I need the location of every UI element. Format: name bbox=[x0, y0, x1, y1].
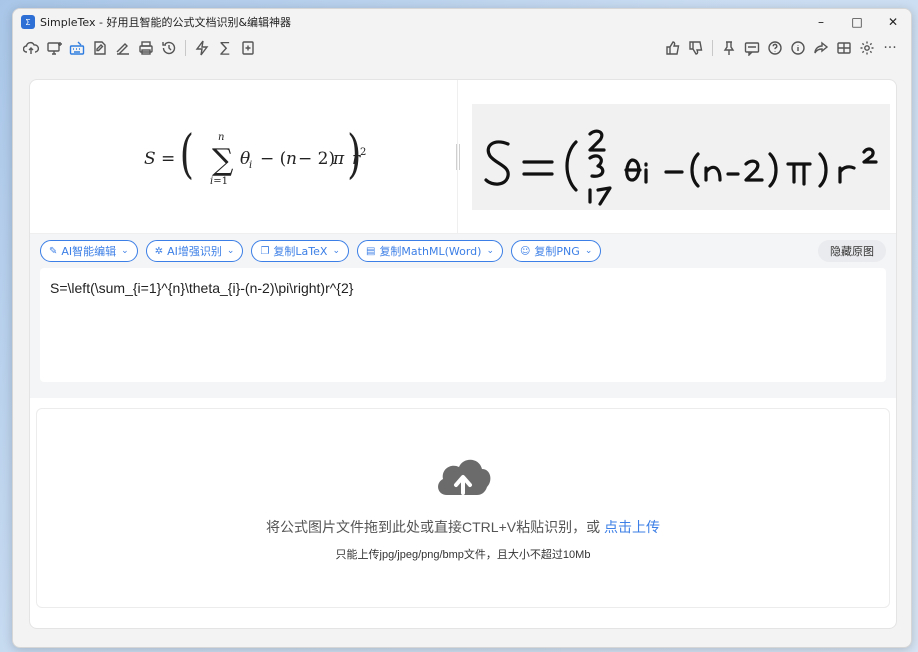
svg-text:(: ( bbox=[179, 123, 193, 184]
toolbar-divider-right bbox=[712, 40, 713, 56]
latex-editor[interactable]: S=\left(\sum_{i=1}^{n}\theta_{i}-(n-2)\p… bbox=[40, 268, 886, 382]
document-icon: ▤ bbox=[365, 245, 376, 257]
svg-text:− 2): − 2) bbox=[298, 149, 335, 169]
toolbar: ∑ ··· bbox=[13, 35, 911, 61]
info-icon[interactable] bbox=[788, 38, 808, 58]
app-logo-icon: Σ bbox=[21, 15, 35, 29]
copy-png-label: 复制PNG bbox=[534, 245, 580, 258]
handwriting-keyboard-icon[interactable] bbox=[67, 38, 87, 58]
app-window: Σ SimpleTex - 好用且智能的公式文档识别&编辑神器 – □ ✕ ∑ … bbox=[12, 8, 912, 648]
ai-edit-button[interactable]: ✎ AI智能编辑 ⌄ bbox=[40, 240, 138, 262]
original-image-pane bbox=[458, 80, 896, 233]
title-bar: Σ SimpleTex - 好用且智能的公式文档识别&编辑神器 – □ ✕ bbox=[13, 9, 911, 35]
image-icon: ☺ bbox=[519, 245, 531, 257]
sum-icon[interactable]: ∑ bbox=[215, 38, 235, 58]
upload-main-text: 将公式图片文件拖到此处或直接CTRL+V粘贴识别，或 bbox=[266, 518, 604, 535]
svg-text:π: π bbox=[332, 149, 345, 169]
ai-enhance-button[interactable]: ✲ AI增强识别 ⌄ bbox=[145, 240, 244, 262]
maximize-button[interactable]: □ bbox=[839, 9, 875, 35]
pdf-print-icon[interactable] bbox=[136, 38, 156, 58]
svg-text:n: n bbox=[218, 132, 224, 143]
copy-mathml-button[interactable]: ▤ 复制MathML(Word) ⌄ bbox=[356, 240, 503, 262]
main-panel: S = ( ∑ n i=1 θ i − ( n − 2) π ) r 2 ✎ A… bbox=[29, 79, 897, 629]
help-icon[interactable] bbox=[765, 38, 785, 58]
history-icon[interactable] bbox=[159, 38, 179, 58]
chat-icon[interactable] bbox=[742, 38, 762, 58]
copy-icon: ❐ bbox=[260, 245, 270, 257]
svg-text:2: 2 bbox=[360, 147, 366, 158]
handwritten-formula-image bbox=[472, 103, 890, 210]
close-button[interactable]: ✕ bbox=[875, 9, 911, 35]
split-handle[interactable] bbox=[456, 144, 460, 170]
settings-icon[interactable] bbox=[857, 38, 877, 58]
screenshot-icon[interactable] bbox=[44, 38, 64, 58]
chevron-down-icon: ⌄ bbox=[486, 246, 494, 256]
copy-png-button[interactable]: ☺ 复制PNG ⌄ bbox=[510, 240, 602, 262]
chevron-down-icon: ⌄ bbox=[332, 246, 340, 256]
more-icon[interactable]: ··· bbox=[880, 38, 900, 58]
svg-text:i: i bbox=[249, 160, 252, 171]
svg-text:S: S bbox=[144, 149, 156, 169]
upload-dropzone[interactable]: 将公式图片文件拖到此处或直接CTRL+V粘贴识别，或 点击上传 只能上传jpg/… bbox=[36, 408, 890, 608]
upload-hint: 只能上传jpg/jpeg/png/bmp文件，且大小不超过10Mb bbox=[335, 548, 591, 561]
latex-editor-area: S=\left(\sum_{i=1}^{n}\theta_{i}-(n-2)\p… bbox=[30, 268, 896, 398]
upload-link[interactable]: 点击上传 bbox=[604, 519, 660, 535]
thumbs-down-icon[interactable] bbox=[686, 38, 706, 58]
rendered-formula: S = ( ∑ n i=1 θ i − ( n − 2) π ) r 2 bbox=[30, 80, 460, 233]
rendered-formula-svg: S = ( ∑ n i=1 θ i − ( n − 2) π ) r 2 bbox=[144, 123, 366, 187]
preview-area: S = ( ∑ n i=1 θ i − ( n − 2) π ) r 2 bbox=[30, 80, 896, 234]
svg-text:=: = bbox=[161, 149, 175, 169]
copy-latex-button[interactable]: ❐ 复制LaTeX ⌄ bbox=[251, 240, 349, 262]
thumbs-up-icon[interactable] bbox=[663, 38, 683, 58]
enhance-icon: ✲ bbox=[154, 245, 164, 257]
ai-enhance-label: AI增强识别 bbox=[167, 245, 222, 258]
flash-icon[interactable] bbox=[192, 38, 212, 58]
hide-original-button[interactable]: 隐藏原图 bbox=[818, 240, 886, 262]
edit-document-icon[interactable] bbox=[90, 38, 110, 58]
svg-text:− (: − ( bbox=[260, 149, 286, 169]
svg-text:∑: ∑ bbox=[212, 143, 234, 178]
ai-edit-label: AI智能编辑 bbox=[61, 245, 117, 258]
edit-icon: ✎ bbox=[49, 245, 58, 257]
share-icon[interactable] bbox=[811, 38, 831, 58]
window-title: SimpleTex - 好用且智能的公式文档识别&编辑神器 bbox=[40, 16, 292, 29]
upload-instructions: 将公式图片文件拖到此处或直接CTRL+V粘贴识别，或 点击上传 bbox=[266, 517, 660, 537]
pen-sign-icon[interactable] bbox=[113, 38, 133, 58]
svg-text:n: n bbox=[286, 149, 297, 169]
grid-icon[interactable] bbox=[834, 38, 854, 58]
toolbar-divider bbox=[185, 40, 186, 56]
svg-text:i=1: i=1 bbox=[210, 176, 228, 187]
upload-cloud-icon[interactable] bbox=[21, 38, 41, 58]
add-file-icon[interactable] bbox=[238, 38, 258, 58]
chevron-down-icon: ⌄ bbox=[121, 246, 129, 256]
upload-cloud-icon bbox=[438, 459, 491, 495]
chevron-down-icon: ⌄ bbox=[226, 246, 235, 256]
pin-icon[interactable] bbox=[719, 38, 739, 58]
copy-latex-label: 复制LaTeX bbox=[273, 245, 328, 258]
chevron-down-icon: ⌄ bbox=[584, 246, 593, 256]
minimize-button[interactable]: – bbox=[803, 9, 839, 35]
copy-mathml-label: 复制MathML(Word) bbox=[379, 245, 482, 258]
upload-section: 将公式图片文件拖到此处或直接CTRL+V粘贴识别，或 点击上传 只能上传jpg/… bbox=[30, 398, 896, 628]
action-bar: ✎ AI智能编辑 ⌄ ✲ AI增强识别 ⌄ ❐ 复制LaTeX ⌄ ▤ 复制Ma… bbox=[30, 234, 896, 268]
